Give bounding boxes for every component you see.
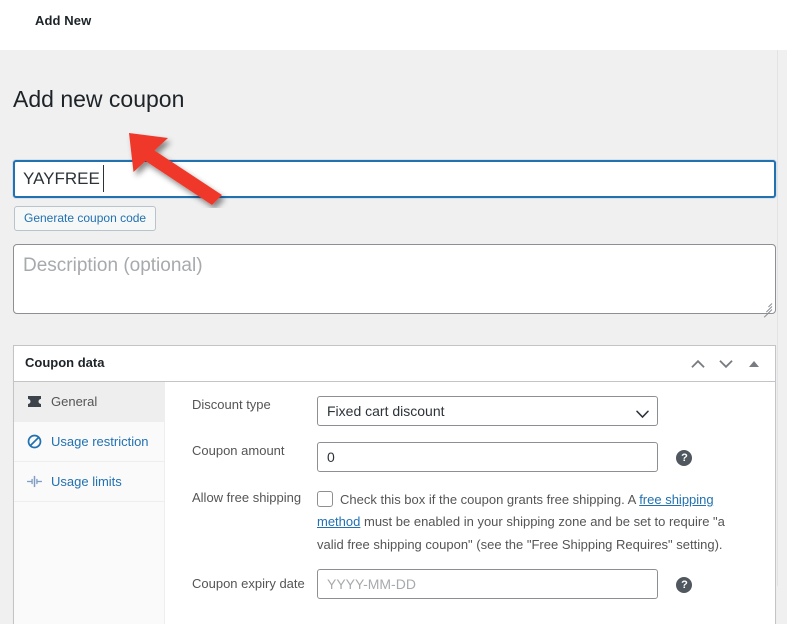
field-row-discount-type: Discount type Fixed cart discount (165, 396, 775, 426)
tab-general[interactable]: General (14, 382, 164, 422)
text-caret (103, 165, 104, 192)
allow-free-shipping-description: Check this box if the coupon grants free… (317, 489, 729, 556)
limits-icon (23, 475, 45, 488)
allow-free-shipping-checkbox[interactable] (317, 491, 333, 507)
page-right-gutter (777, 50, 787, 586)
discount-type-select[interactable]: Fixed cart discount (317, 396, 658, 426)
coupon-data-header: Coupon data (14, 346, 775, 382)
tab-general-label: General (51, 395, 97, 408)
coupon-expiry-date-input[interactable] (317, 569, 658, 599)
metabox-header-actions (685, 346, 767, 381)
coupon-amount-help-icon[interactable]: ? (676, 450, 692, 466)
field-row-coupon-amount: Coupon amount ? (165, 442, 775, 472)
discount-type-label: Discount type (165, 396, 317, 414)
page-title: Add new coupon (13, 85, 184, 115)
coupon-code-input[interactable] (13, 160, 776, 198)
general-panel: Discount type Fixed cart discount (165, 382, 775, 624)
generate-coupon-code-button[interactable]: Generate coupon code (14, 206, 156, 231)
coupon-data-body: General Usage restriction (14, 382, 775, 624)
coupon-amount-label: Coupon amount (165, 442, 317, 460)
coupon-description-textarea[interactable] (13, 244, 776, 314)
coupon-expiry-date-help-icon[interactable]: ? (676, 577, 692, 593)
coupon-edit-page: Add new coupon Generate coupon code Coup… (0, 50, 778, 586)
topbar-tab-add-new[interactable]: Add New (35, 13, 91, 28)
free-shipping-text-part2: must be enabled in your shipping zone an… (317, 514, 725, 551)
field-row-allow-free-shipping: Allow free shipping Check this box if th… (165, 489, 775, 556)
no-entry-icon (23, 434, 45, 449)
allow-free-shipping-label: Allow free shipping (165, 489, 317, 507)
toggle-panel-icon[interactable] (741, 349, 767, 379)
coupon-data-tabs: General Usage restriction (14, 382, 165, 624)
coupon-data-metabox: Coupon data (13, 345, 776, 624)
move-down-icon[interactable] (713, 349, 739, 379)
tab-usage-restriction-label: Usage restriction (51, 435, 149, 448)
tab-usage-restriction[interactable]: Usage restriction (14, 422, 164, 462)
ticket-icon (23, 395, 45, 408)
coupon-amount-input[interactable] (317, 442, 658, 472)
field-row-coupon-expiry-date: Coupon expiry date ? (165, 569, 775, 599)
tab-usage-limits-label: Usage limits (51, 475, 122, 488)
move-up-icon[interactable] (685, 349, 711, 379)
metabox-title: Coupon data (25, 355, 104, 370)
admin-topbar: Add New (0, 0, 787, 50)
coupon-expiry-date-label: Coupon expiry date (165, 569, 317, 593)
free-shipping-text-part1: Check this box if the coupon grants free… (340, 492, 639, 507)
tab-usage-limits[interactable]: Usage limits (14, 462, 164, 502)
